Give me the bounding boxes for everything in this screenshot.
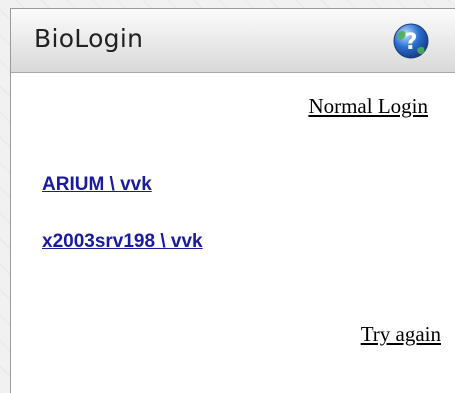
help-icon[interactable]: ? bbox=[391, 21, 431, 61]
panel-title: BioLogin bbox=[34, 24, 144, 53]
svg-text:?: ? bbox=[405, 30, 418, 55]
account-link-arium-vvk[interactable]: ARIUM \ vvk bbox=[42, 174, 152, 196]
normal-login-link[interactable]: Normal Login bbox=[308, 94, 428, 119]
panel-header: BioLogin ? bbox=[11, 9, 455, 73]
try-again-link[interactable]: Try again bbox=[361, 322, 441, 347]
biologin-panel: BioLogin ? Normal Login ARIUM \ vvk x200… bbox=[10, 8, 455, 393]
account-link-x2003srv198-vvk[interactable]: x2003srv198 \ vvk bbox=[42, 231, 203, 253]
